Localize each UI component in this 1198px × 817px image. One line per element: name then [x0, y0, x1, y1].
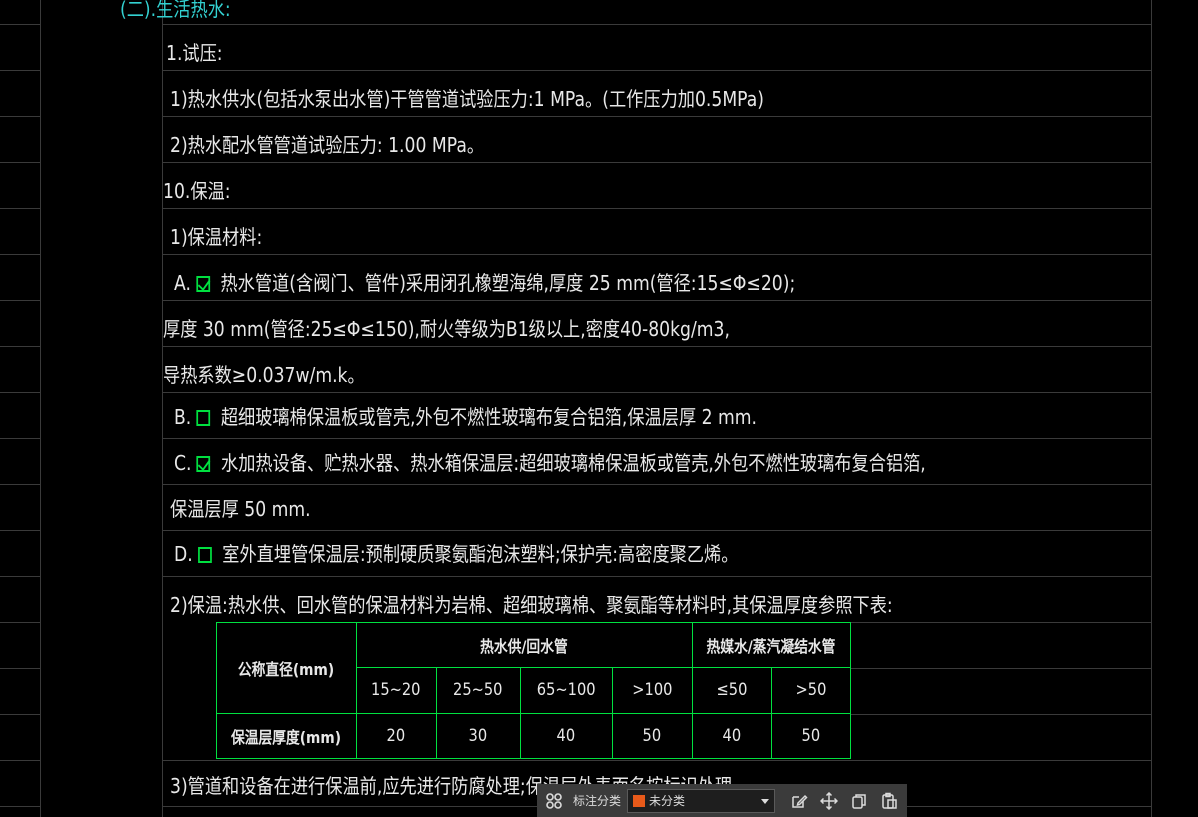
option-c: C. 水加热设备、贮热水器、热水箱保温层:超细玻璃棉保温板或管壳,外包不燃性玻璃… [174, 450, 926, 476]
row-line [162, 576, 1152, 577]
option-text: 超细玻璃棉保温板或管壳,外包不燃性玻璃布复合铝箔,保温层厚 2 mm. [220, 405, 758, 429]
option-letter: D. [174, 542, 193, 566]
option-letter: A. [174, 271, 191, 295]
table-cell: 20 [386, 725, 406, 746]
annotation-toolbar: 标注分类 未分类 [537, 784, 907, 817]
row-line [162, 438, 1152, 439]
row-line [0, 208, 40, 209]
edit-icon [792, 794, 808, 808]
option-d: D. 室外直埋管保温层:预制硬质聚氨酯泡沫塑料;保护壳:高密度聚乙烯。 [174, 541, 738, 567]
row-line [0, 162, 40, 163]
row-line [162, 760, 1152, 761]
table-row-header: 保温层厚度(mm) [230, 727, 342, 747]
row-line [0, 392, 40, 393]
text-line: 厚度 30 mm(管径:25≤Φ≤150),耐火等级为B1级以上,密度40-80… [163, 317, 730, 341]
table-line [216, 758, 851, 759]
row-line [162, 300, 1152, 301]
grid-menu-icon[interactable] [543, 790, 565, 812]
text-line: 2)保温:热水供、回水管的保温材料为岩棉、超细玻璃棉、聚氨酯等材料时,其保温厚度… [170, 593, 893, 617]
table-cell: 40 [722, 725, 741, 746]
row-line [0, 622, 40, 623]
row-line [162, 254, 1152, 255]
move-icon [820, 791, 839, 810]
option-text: 室外直埋管保温层:预制硬质聚氨酯泡沫塑料;保护壳:高密度聚乙烯。 [222, 542, 739, 566]
row-line [162, 346, 1152, 347]
row-line [0, 300, 40, 301]
paste-icon [882, 792, 897, 809]
table-cell: 25~50 [453, 680, 503, 700]
row-line [162, 208, 1152, 209]
table-cell: 50 [801, 725, 820, 746]
grid-line-left [40, 0, 41, 817]
row-line [851, 622, 1152, 623]
row-line [0, 254, 40, 255]
text-line: 保温层厚 50 mm. [170, 497, 311, 521]
table-cell: 30 [468, 725, 488, 746]
row-line [0, 530, 40, 531]
table-group-header: 热水供/回水管 [480, 636, 568, 656]
row-line [851, 714, 1152, 715]
table-cell: 50 [642, 725, 662, 746]
table-cell: 40 [556, 725, 576, 746]
checkbox-unchecked-icon[interactable] [196, 410, 211, 426]
row-line [0, 714, 40, 715]
copy-button[interactable] [845, 787, 873, 815]
table-cell: 65~100 [536, 680, 596, 700]
grid-line-right [1151, 0, 1152, 817]
option-text: 热水管道(含阀门、管件)采用闭孔橡塑海绵,厚度 25 mm(管径:15≤Φ≤20… [220, 271, 796, 295]
text-line: 2)热水配水管管道试验压力: 1.00 MPa。 [170, 133, 485, 157]
table-cell: ≤50 [716, 680, 747, 700]
row-line [162, 530, 1152, 531]
text-line: 1)热水供水(包括水泵出水管)干管管道试验压力:1 MPa。(工作压力加0.5M… [170, 87, 765, 111]
category-color-swatch [633, 794, 646, 807]
row-line [162, 116, 1152, 117]
table-cell: 15~20 [371, 680, 421, 700]
grid-line-content-left [162, 0, 163, 817]
row-line [0, 116, 40, 117]
text-line: 导热系数≥0.037w/m.k。 [163, 363, 365, 387]
row-line [162, 24, 1152, 25]
paste-button[interactable] [875, 787, 903, 815]
category-label: 标注分类 [573, 794, 622, 808]
chevron-down-icon [761, 798, 770, 804]
table-line [850, 622, 851, 759]
row-line [0, 346, 40, 347]
text-line: 10.保温: [163, 179, 231, 203]
table-cell: >100 [631, 680, 673, 700]
section-heading: (二).生活热水: [120, 0, 231, 21]
row-line [0, 806, 40, 807]
row-line [0, 24, 40, 25]
option-text: 水加热设备、贮热水器、热水箱保温层:超细玻璃棉保温板或管壳,外包不燃性玻璃布复合… [221, 451, 926, 475]
row-line [0, 70, 40, 71]
text-line: 1)保温材料: [170, 225, 263, 249]
move-button[interactable] [815, 787, 843, 815]
text-line: 1.试压: [166, 41, 223, 65]
category-selected-value: 未分类 [649, 794, 686, 808]
edit-button[interactable] [785, 787, 813, 815]
table-cell: >50 [795, 680, 826, 700]
copy-icon [852, 793, 866, 809]
table-row-header: 公称直径(mm) [237, 659, 335, 679]
row-line [0, 576, 40, 577]
row-line [851, 668, 1152, 669]
row-line [0, 760, 40, 761]
checkbox-checked-icon[interactable] [196, 456, 211, 472]
option-letter: C. [174, 451, 192, 475]
row-line [162, 70, 1152, 71]
row-line [0, 668, 40, 669]
row-line [162, 484, 1152, 485]
insulation-table: 公称直径(mm) 热水供/回水管 热媒水/蒸汽凝结水管 15~20 25~50 … [216, 622, 851, 759]
table-group-header: 热媒水/蒸汽凝结水管 [706, 636, 836, 656]
option-b: B. 超细玻璃棉保温板或管壳,外包不燃性玻璃布复合铝箔,保温层厚 2 mm. [174, 404, 757, 430]
option-a: A. 热水管道(含阀门、管件)采用闭孔橡塑海绵,厚度 25 mm(管径:15≤Φ… [174, 270, 795, 296]
checkbox-checked-icon[interactable] [196, 276, 210, 292]
option-letter: B. [174, 405, 192, 429]
row-line [162, 162, 1152, 163]
row-line [162, 392, 1152, 393]
row-line [0, 438, 40, 439]
row-line [0, 484, 40, 485]
category-select[interactable]: 未分类 [627, 788, 776, 813]
checkbox-unchecked-icon[interactable] [197, 547, 212, 563]
